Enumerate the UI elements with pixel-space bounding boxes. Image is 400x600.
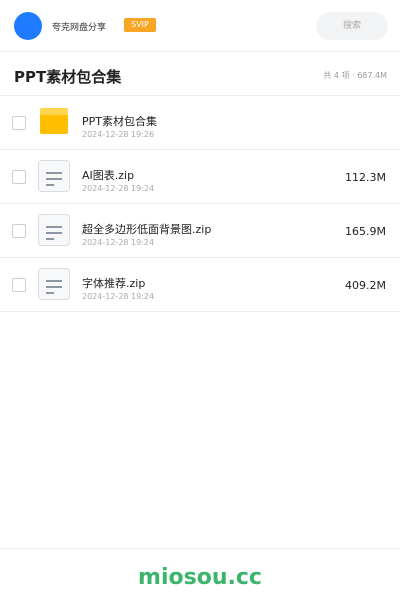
watermark: miosou.cc (138, 565, 262, 590)
item-date: 2024-12-28 19:26 (82, 130, 155, 139)
select-checkbox[interactable] (12, 170, 26, 184)
item-name: 超全多边形低面背景图.zip (82, 223, 212, 236)
folder-summary: 共 4 项 · 687.4M (323, 71, 387, 80)
footer: miosou.cc (0, 548, 400, 600)
select-checkbox[interactable] (12, 224, 26, 238)
select-checkbox[interactable] (12, 278, 26, 292)
item-name: PPT素材包合集 (82, 115, 157, 128)
list-item[interactable]: PPT素材包合集 2024-12-28 19:26 (0, 96, 400, 150)
folder-icon (40, 108, 68, 134)
list-item[interactable]: 字体推荐.zip 2024-12-28 19:24 409.2M (0, 258, 400, 312)
page-title: PPT素材包合集 (14, 68, 122, 86)
item-date: 2024-12-28 19:24 (82, 292, 155, 301)
item-date: 2024-12-28 19:24 (82, 184, 155, 193)
zip-file-icon (38, 214, 70, 246)
svip-badge: SVIP (124, 18, 156, 32)
folder-header: PPT素材包合集 共 4 项 · 687.4M (0, 52, 400, 96)
item-date: 2024-12-28 19:24 (82, 238, 155, 247)
item-name: AI图表.zip (82, 169, 135, 182)
list-item[interactable]: 超全多边形低面背景图.zip 2024-12-28 19:24 165.9M (0, 204, 400, 258)
select-checkbox[interactable] (12, 116, 26, 130)
item-name: 字体推荐.zip (82, 277, 146, 290)
top-bar: 夸克网盘分享 SVIP 搜索 (0, 0, 400, 52)
search-input[interactable]: 搜索 (316, 12, 388, 40)
zip-file-icon (38, 160, 70, 192)
item-size: 165.9M (345, 225, 386, 238)
list-item[interactable]: AI图表.zip 2024-12-28 19:24 112.3M (0, 150, 400, 204)
file-list: PPT素材包合集 2024-12-28 19:26 AI图表.zip 2024-… (0, 96, 400, 312)
item-size: 409.2M (345, 279, 386, 292)
avatar[interactable] (14, 12, 42, 40)
brand-name: 夸克网盘分享 (52, 23, 107, 33)
zip-file-icon (38, 268, 70, 300)
item-size: 112.3M (345, 171, 386, 184)
